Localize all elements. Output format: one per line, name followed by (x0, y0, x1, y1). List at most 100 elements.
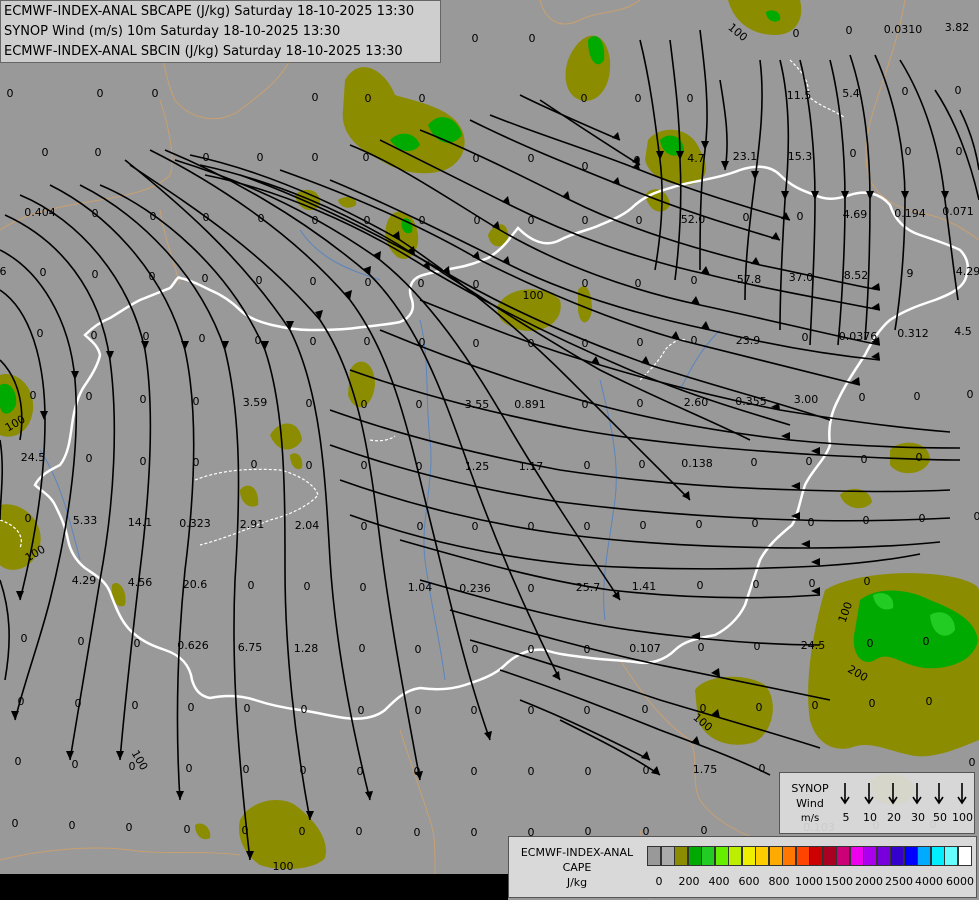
cin-label: 0 (97, 87, 104, 100)
cin-label: 0 (417, 520, 424, 533)
cin-label: 4.29 (72, 574, 97, 587)
cin-label: 24.5 (801, 639, 826, 652)
wind-speed-20: 20 (887, 811, 901, 824)
cape-color-swatch (849, 846, 864, 866)
cape-tick-label: 2000 (855, 875, 883, 888)
cin-label: 0 (751, 456, 758, 469)
cin-label: 0 (471, 765, 478, 778)
cin-label: 0 (850, 147, 857, 160)
cin-label: 0 (698, 641, 705, 654)
cin-label: 0 (37, 327, 44, 340)
wind-legend-title: SYNOP Wind m/s (784, 781, 836, 826)
cin-label: 0 (529, 32, 536, 45)
cin-label: 0 (528, 337, 535, 350)
cin-label: 0 (243, 763, 250, 776)
cin-label: 0.891 (514, 398, 546, 411)
cin-label: 0 (472, 32, 479, 45)
wind-arrow-icon-5 (840, 783, 850, 805)
cin-label: 0 (916, 451, 923, 464)
cin-label: 25.7 (576, 581, 601, 594)
cin-label: 6 (0, 265, 7, 278)
cin-label: 0 (203, 151, 210, 164)
cin-label: 0 (140, 393, 147, 406)
cin-label: 0 (95, 146, 102, 159)
cin-label: 0 (365, 276, 372, 289)
cin-label: 0 (364, 214, 371, 227)
cin-label: 0 (18, 695, 25, 708)
cin-label: 0 (360, 581, 367, 594)
cin-label: 0.071 (942, 205, 974, 218)
cape-color-swatch (890, 846, 904, 866)
cape-tick-label: 6000 (946, 875, 974, 888)
cin-label: 0 (359, 642, 366, 655)
cin-label: 0 (357, 765, 364, 778)
cin-label: 0 (86, 390, 93, 403)
cape-color-swatch (782, 846, 796, 866)
cin-label: 0 (42, 146, 49, 159)
cin-label: 0 (585, 765, 592, 778)
cin-label: 5.4 (842, 87, 860, 100)
cin-label: 0 (473, 337, 480, 350)
cin-label: 23.1 (733, 150, 758, 163)
cin-label: 0 (251, 458, 258, 471)
cin-label: 0 (582, 398, 589, 411)
cin-label: 0 (255, 334, 262, 347)
cape-color-swatch (903, 846, 918, 866)
cin-label: 0.404 (24, 206, 56, 219)
cin-label: 0 (582, 214, 589, 227)
cin-label: 0.323 (179, 517, 211, 530)
cape-color-swatch (822, 846, 837, 866)
cin-label: 0 (861, 453, 868, 466)
cin-label: 0 (363, 151, 370, 164)
cape-color-swatch (930, 846, 945, 866)
cin-label: 0 (304, 580, 311, 593)
cape-tick-label: 1000 (795, 875, 823, 888)
wind-speed-5: 5 (842, 811, 850, 824)
cape-color-swatch (876, 846, 891, 866)
cin-label: 0 (637, 336, 644, 349)
cape-tick-label: 1500 (825, 875, 853, 888)
cin-label: 0 (186, 762, 193, 775)
cin-label: 0 (802, 331, 809, 344)
cape-tick-label: 600 (738, 875, 760, 888)
cin-label: 0 (312, 214, 319, 227)
cape-color-swatch (674, 846, 688, 866)
cape-tick-label: 2500 (885, 875, 913, 888)
cin-label: 0 (752, 517, 759, 530)
map-title-box: ECMWF-INDEX-ANAL SBCAPE (J/kg) Saturday … (0, 0, 441, 63)
cin-label: 0 (869, 697, 876, 710)
cin-label: 0.312 (897, 327, 929, 340)
cin-label: 0 (361, 459, 368, 472)
cin-label: 0 (923, 635, 930, 648)
cin-label: 0 (299, 825, 306, 838)
cin-label: 0 (193, 456, 200, 469)
wind-barb-icons (840, 783, 967, 805)
cin-label: 0 (756, 701, 763, 714)
cin-label: 0 (809, 577, 816, 590)
cin-label: 3.82 (945, 21, 970, 34)
cin-label: 0 (143, 330, 150, 343)
cin-label: 0 (152, 87, 159, 100)
cin-label: 0 (419, 336, 426, 349)
cape-color-swatch (917, 846, 931, 866)
cin-label: 0 (635, 92, 642, 105)
cin-label: 20.6 (183, 578, 208, 591)
cin-label: 0 (528, 152, 535, 165)
wind-speed-10: 10 (863, 811, 877, 824)
cin-label: 0 (473, 278, 480, 291)
cin-label: 0 (193, 395, 200, 408)
wind-legend-line2: Wind (796, 797, 824, 810)
cape-color-swatch (809, 846, 823, 866)
cin-label: 0 (72, 758, 79, 771)
title-line-wind: SYNOP Wind (m/s) 10m Saturday 18-10-2025… (4, 24, 341, 39)
cin-label: 8.52 (844, 269, 869, 282)
cin-label: 0 (310, 335, 317, 348)
cape-legend-title: ECMWF-INDEX-ANAL CAPE J/kg (511, 845, 643, 890)
cin-label: 0 (21, 632, 28, 645)
cin-label: 0 (15, 755, 22, 768)
cin-label: 0 (793, 27, 800, 40)
cin-label: 0 (472, 643, 479, 656)
cape-color-swatch (687, 846, 702, 866)
cin-label: 0 (797, 210, 804, 223)
cin-label: 1.25 (465, 460, 490, 473)
